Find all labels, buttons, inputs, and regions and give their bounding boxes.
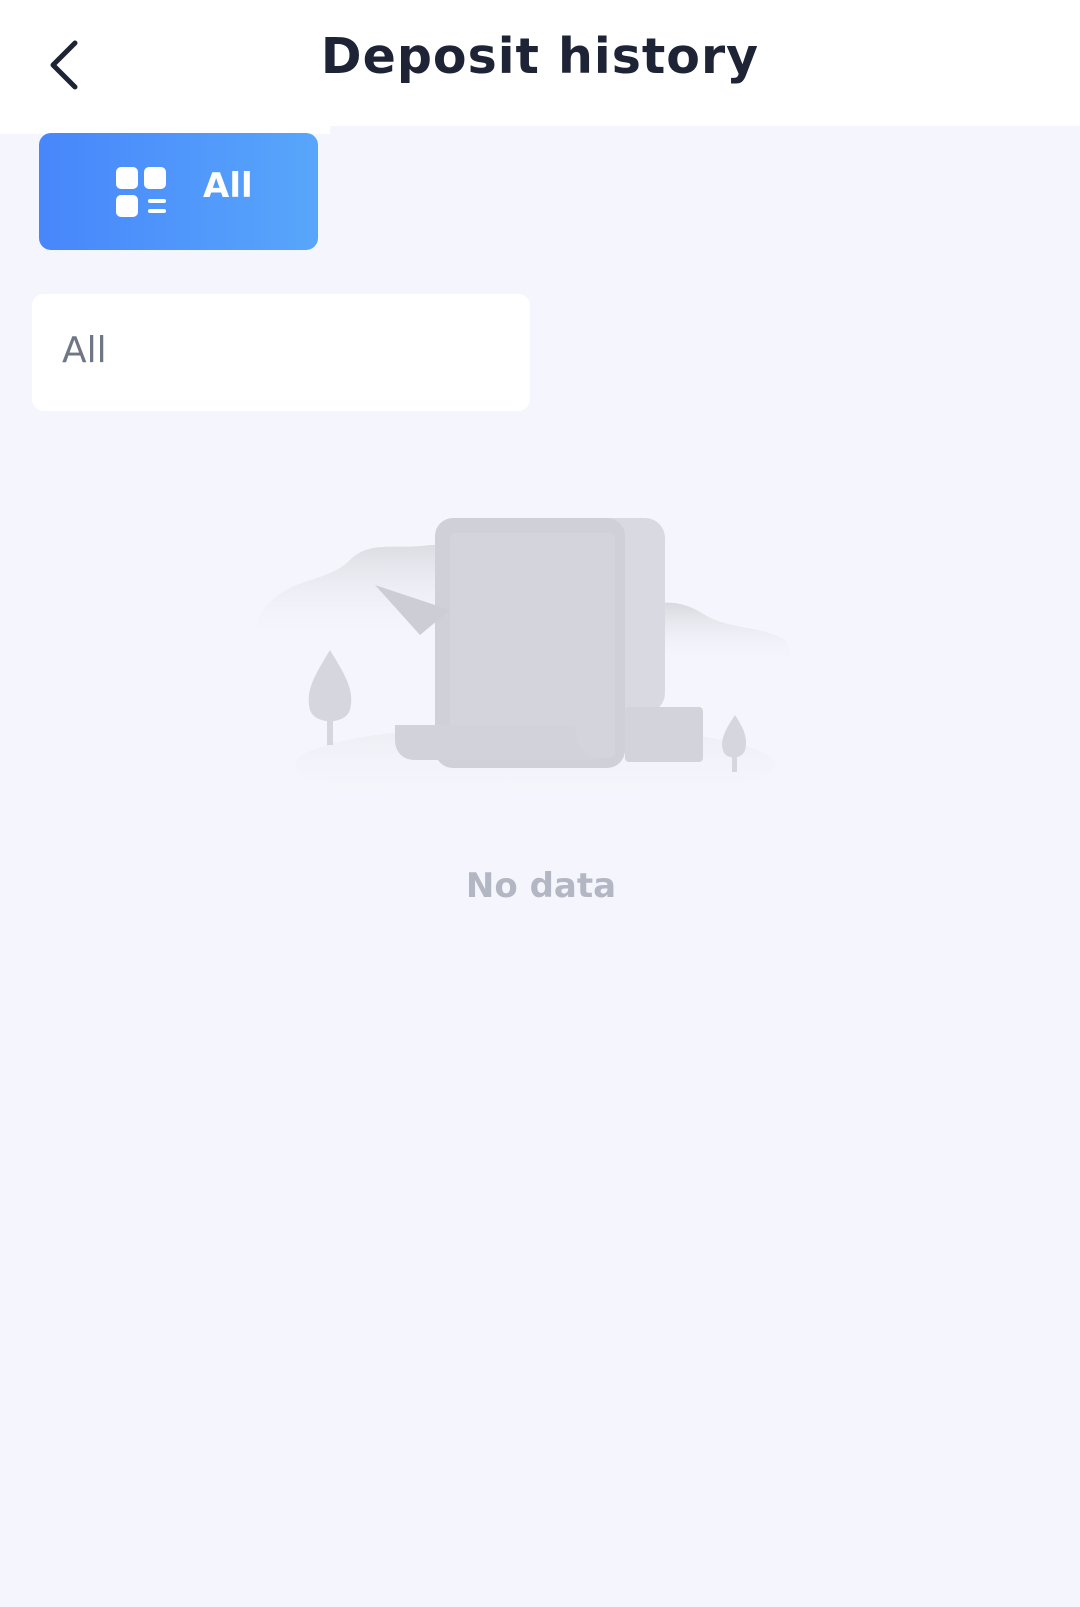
status-select-value: All (62, 330, 107, 371)
grid-list-icon (116, 167, 166, 217)
empty-state-message: No data (465, 866, 617, 906)
empty-document-illustration (257, 518, 795, 805)
status-select[interactable]: All (32, 294, 530, 411)
page-title: Deposit history (320, 28, 760, 85)
header-bar: Deposit history (0, 0, 1080, 126)
category-filter-label: All (203, 166, 253, 206)
category-filter-button[interactable]: All (39, 133, 318, 250)
